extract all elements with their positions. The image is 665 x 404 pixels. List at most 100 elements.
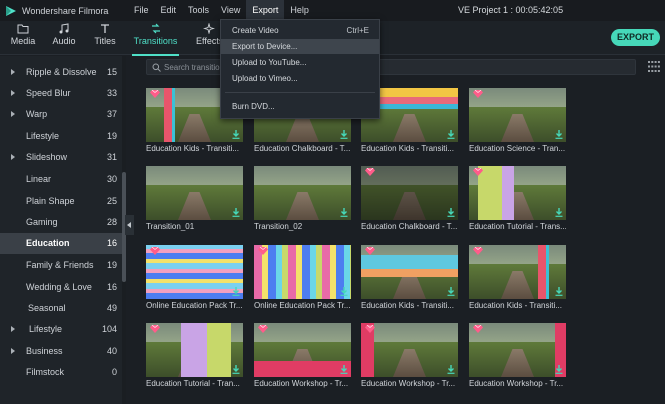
transition-thumbnail[interactable] (146, 166, 243, 220)
tab-transitions[interactable]: Transitions (132, 23, 179, 56)
download-icon[interactable] (340, 208, 348, 217)
sidebar-item[interactable]: Warp 37 (0, 104, 122, 125)
download-icon[interactable] (555, 130, 563, 139)
transition-thumbnail[interactable] (361, 323, 458, 377)
title-bar: Wondershare Filmora File Edit Tools View… (0, 0, 665, 21)
transition-thumbnail[interactable] (146, 323, 243, 377)
sidebar-item-count: 30 (106, 174, 117, 184)
download-icon[interactable] (232, 287, 240, 296)
download-icon[interactable] (232, 208, 240, 217)
download-icon[interactable] (447, 287, 455, 296)
download-icon[interactable] (232, 365, 240, 374)
menu-item-create-video[interactable]: Create Video Ctrl+E (221, 23, 379, 38)
premium-gem-icon (473, 247, 483, 255)
tab-media[interactable]: Media (10, 23, 36, 53)
transition-thumbnail[interactable] (146, 245, 243, 299)
download-icon[interactable] (340, 130, 348, 139)
sidebar-item[interactable]: Lifestyle 19 (0, 126, 122, 147)
menu-item-label: Burn DVD... (232, 102, 275, 111)
expand-arrow-icon[interactable] (11, 90, 15, 96)
premium-gem-icon (150, 90, 160, 98)
sidebar-item[interactable]: Filmstock 0 (0, 362, 122, 383)
premium-gem-icon (473, 90, 483, 98)
grid-view-icon[interactable] (648, 61, 660, 72)
download-icon[interactable] (447, 130, 455, 139)
sidebar-item-count: 0 (111, 367, 117, 377)
sidebar-item-label: Business (26, 346, 63, 356)
sidebar-item[interactable]: Gaming 28 (0, 212, 122, 233)
premium-gem-icon (258, 247, 268, 255)
sidebar-item[interactable]: Family & Friends 19 (0, 255, 122, 276)
menu-item-label: Upload to YouTube... (232, 58, 307, 67)
sidebar-item[interactable]: Lifestyle 104 (0, 319, 122, 340)
sidebar-item-count: 40 (106, 346, 117, 356)
transition-caption: Education Kids - Transiti... (469, 301, 562, 310)
transition-thumbnail[interactable] (361, 166, 458, 220)
menu-export[interactable]: Export (246, 0, 285, 21)
transition-icon (151, 23, 160, 34)
premium-gem-icon (473, 325, 483, 333)
transition-caption: Education Kids - Transiti... (146, 144, 239, 153)
sidebar-item[interactable]: Speed Blur 33 (0, 83, 122, 104)
download-icon[interactable] (447, 208, 455, 217)
download-icon[interactable] (555, 365, 563, 374)
export-button[interactable]: EXPORT (611, 29, 660, 46)
expand-arrow-icon[interactable] (11, 111, 15, 117)
sidebar-item[interactable]: Linear 30 (0, 169, 122, 190)
download-icon[interactable] (447, 365, 455, 374)
menu-help[interactable]: Help (284, 0, 315, 21)
premium-gem-icon (365, 168, 375, 176)
menu-item-export-to-device[interactable]: Export to Device... (221, 39, 379, 54)
transition-thumbnail[interactable] (469, 245, 566, 299)
download-icon[interactable] (340, 365, 348, 374)
menu-item-upload-youtube[interactable]: Upload to YouTube... (221, 55, 379, 70)
sidebar-item-label: Education (26, 238, 70, 248)
sidebar-item-label: Family & Friends (26, 260, 94, 270)
transition-thumbnail[interactable] (469, 88, 566, 142)
menu-tools[interactable]: Tools (182, 0, 215, 21)
transition-caption: Education Chalkboard - T... (254, 144, 351, 153)
menu-view[interactable]: View (215, 0, 246, 21)
transition-thumbnail[interactable] (361, 245, 458, 299)
sidebar-item[interactable]: Ripple & Dissolve 15 (0, 62, 122, 83)
sidebar-item-label: Ripple & Dissolve (26, 67, 97, 77)
transition-thumbnail[interactable] (469, 323, 566, 377)
menu-file[interactable]: File (128, 0, 155, 21)
expand-arrow-icon[interactable] (11, 154, 15, 160)
expand-arrow-icon[interactable] (11, 69, 15, 75)
sidebar-item-label: Filmstock (26, 367, 64, 377)
premium-gem-icon (365, 247, 375, 255)
sidebar-item-count: 28 (106, 217, 117, 227)
download-icon[interactable] (232, 130, 240, 139)
download-icon[interactable] (555, 208, 563, 217)
sidebar-item[interactable]: Seasonal 49 (0, 298, 122, 319)
sidebar-item-count: 19 (106, 131, 117, 141)
tab-audio[interactable]: Audio (52, 23, 76, 53)
expand-arrow-icon[interactable] (11, 326, 15, 332)
menu-item-burn-dvd[interactable]: Burn DVD... (221, 99, 379, 114)
sidebar-item[interactable]: Business 40 (0, 341, 122, 362)
tab-titles[interactable]: Titles (93, 23, 117, 53)
transition-thumbnail[interactable] (469, 166, 566, 220)
transition-caption: Education Tutorial - Tran... (146, 379, 240, 388)
transition-thumbnail[interactable] (254, 166, 351, 220)
transition-caption: Education Kids - Transiti... (361, 301, 454, 310)
download-icon[interactable] (555, 287, 563, 296)
sidebar-item[interactable]: Wedding & Love 16 (0, 277, 122, 298)
expand-arrow-icon[interactable] (11, 348, 15, 354)
download-icon[interactable] (340, 287, 348, 296)
transition-thumbnail[interactable] (254, 245, 351, 299)
tab-effects[interactable]: Effects (196, 23, 223, 53)
menu-separator (225, 92, 375, 93)
collapse-sidebar-handle[interactable] (125, 215, 134, 235)
transition-thumbnail[interactable] (254, 323, 351, 377)
sidebar-item[interactable]: Education 16 (0, 233, 122, 254)
transition-caption: Online Education Pack Tr... (146, 301, 243, 310)
sidebar-item[interactable]: Slideshow 31 (0, 147, 122, 168)
sidebar-item-label: Speed Blur (26, 88, 71, 98)
premium-gem-icon (258, 325, 268, 333)
menu-item-upload-vimeo[interactable]: Upload to Vimeo... (221, 71, 379, 86)
transition-caption: Education Chalkboard - T... (361, 222, 458, 231)
menu-edit[interactable]: Edit (155, 0, 183, 21)
sidebar-item[interactable]: Plain Shape 25 (0, 191, 122, 212)
